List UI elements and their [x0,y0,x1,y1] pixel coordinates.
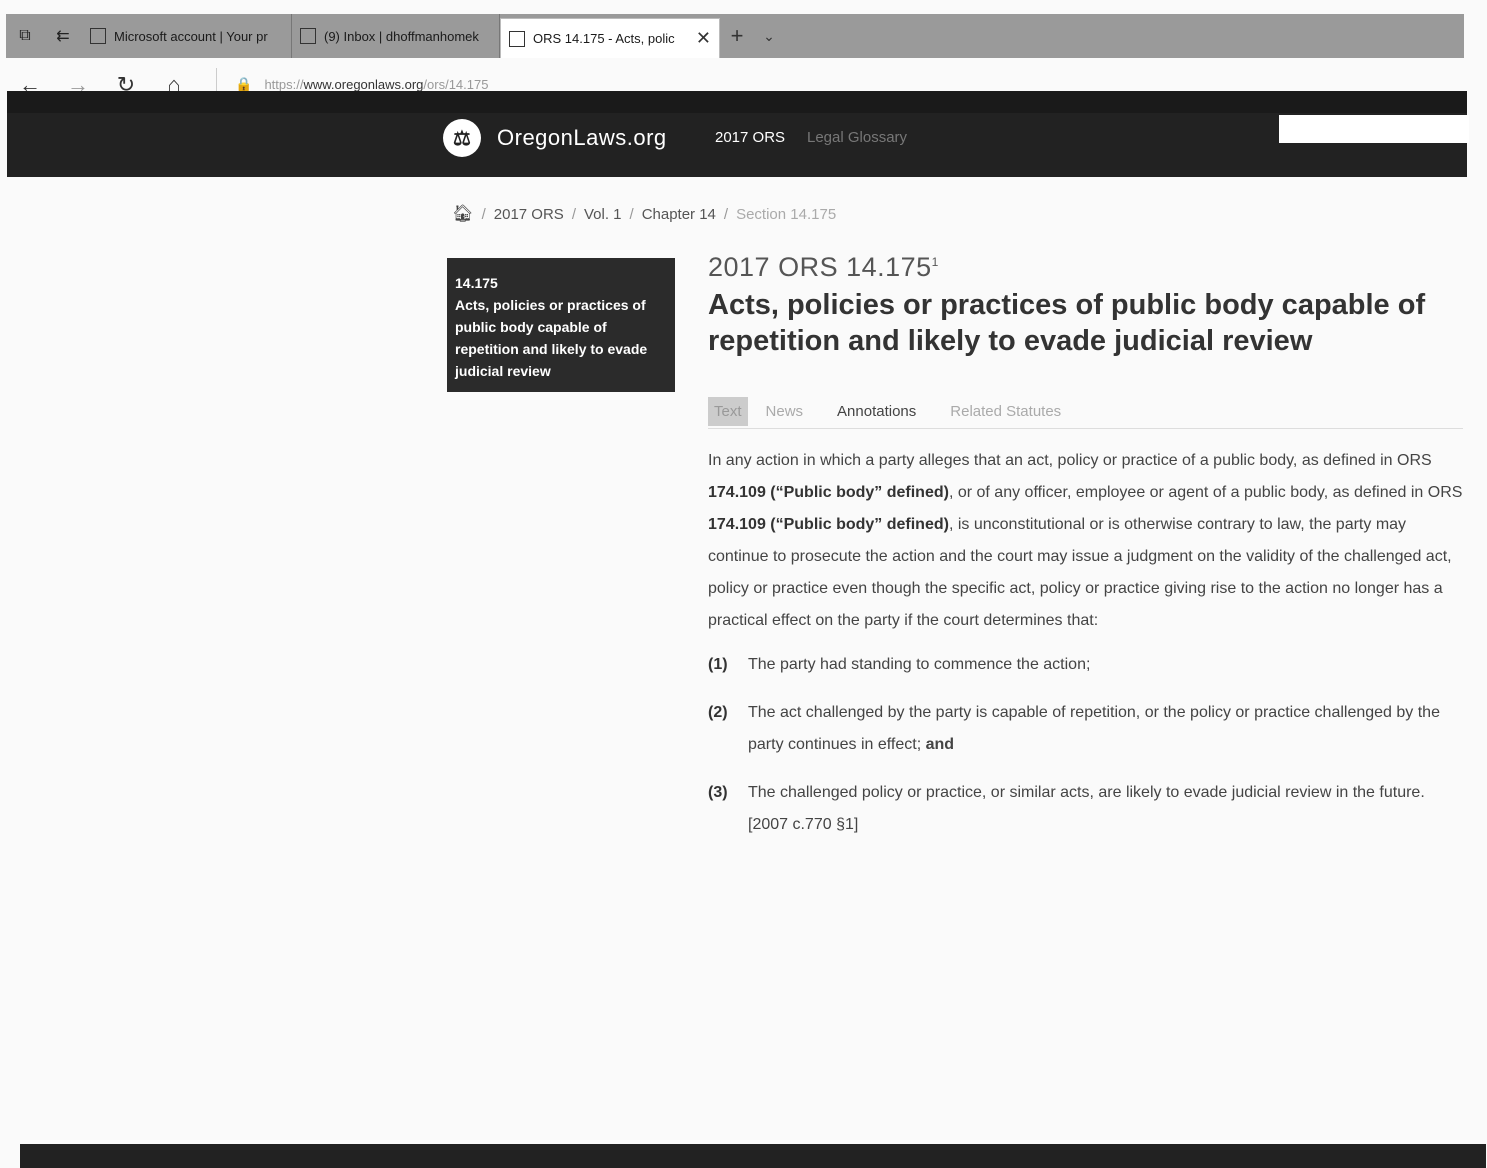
section-sidebar-box: 14.175 Acts, policies or practices of pu… [447,258,675,392]
tab-label: (9) Inbox | dhoffmanhomek [324,28,479,44]
browser-tab-inbox[interactable]: (9) Inbox | dhoffmanhomek [292,14,500,58]
tab-news[interactable]: News [766,397,804,426]
url-host: www.oregonlaws.org [303,76,424,92]
close-tab-icon[interactable]: ✕ [696,28,711,49]
browser-tab-strip: ⧉ ⇇ Microsoft account | Your pr (9) Inbo… [6,14,1464,58]
lock-icon: 🔒 [235,75,253,92]
breadcrumb-separator: / [629,205,634,223]
breadcrumb-separator: / [481,205,486,223]
nav-legal-glossary[interactable]: Legal Glossary [807,129,907,146]
statute-main: 2017 ORS 14.1751 Acts, policies or pract… [708,252,1463,857]
list-item: (2) The act challenged by the party is c… [708,697,1463,761]
list-item: (1) The party had standing to commence t… [708,649,1463,681]
sidebar-section-number: 14.175 [455,275,498,291]
tab-annotations[interactable]: Annotations [837,397,916,426]
new-tab-icon[interactable]: + [720,14,754,58]
browser-tab-microsoft-account[interactable]: Microsoft account | Your pr [82,14,292,58]
statute-link[interactable]: 174.109 (“Public body” defined) [708,516,949,533]
statute-link[interactable]: 174.109 (“Public body” defined) [708,484,949,501]
statute-body: In any action in which a party alleges t… [708,445,1463,637]
ors-number-heading: 2017 ORS 14.1751 [708,252,1463,283]
page-title: Acts, policies or practices of public bo… [708,289,1426,357]
ors-number: 2017 ORS 14.175 [708,252,932,282]
browser-tab-ors[interactable]: ORS 14.175 - Acts, polic ✕ [500,18,720,58]
set-tabs-aside-icon[interactable]: ⇇ [44,14,82,58]
item-text: The challenged policy or practice, or si… [748,784,1425,833]
footnote-mark[interactable]: 1 [932,255,939,269]
mail-favicon-icon [300,28,316,44]
item-text: The act challenged by the party is capab… [748,704,1440,753]
scales-logo-icon: ⚖ [443,119,481,157]
breadcrumb-separator: / [723,205,729,223]
nav-2017-ors[interactable]: 2017 ORS [715,129,785,146]
tab-text[interactable]: Text [708,397,748,426]
item-conjunction: and [925,736,955,753]
site-header: ⚖ OregonLaws.org 2017 ORS Legal Glossary [7,91,1469,177]
breadcrumb-chapter-14[interactable]: Chapter 14 [642,206,716,223]
content-tabs: Text News Annotations Related Statutes [708,395,1463,429]
brand-name: OregonLaws.org [497,125,667,150]
breadcrumb-vol-1[interactable]: Vol. 1 [584,206,622,223]
url-path: /ors/14.175 [423,76,489,92]
item-number: (2) [708,704,728,721]
bottom-bar [20,1144,1486,1168]
brand-link[interactable]: ⚖ OregonLaws.org [443,119,667,157]
tab-label: Microsoft account | Your pr [114,28,268,44]
tab-preview-chevron-icon[interactable]: ⌄ [754,14,784,58]
url-prefix: https:// [264,76,304,92]
home-icon[interactable]: 🏠︎ [452,204,474,224]
oregonlaws-favicon-icon [509,30,525,47]
item-text-wrap: The act challenged by the party is capab… [748,697,1463,761]
item-text: The party had standing to commence the a… [748,656,1091,673]
search-input[interactable] [1279,115,1469,143]
body-text: In any action in which a party alleges t… [708,452,1432,469]
page-favicon-icon [90,28,106,44]
breadcrumb-separator: / [571,205,576,223]
breadcrumb-2017-ors[interactable]: 2017 ORS [494,206,564,223]
statute-items: (1) The party had standing to commence t… [708,649,1463,841]
body-text: , or of any officer, employee or agent o… [948,484,1463,501]
tab-actions-icon[interactable]: ⧉ [6,14,44,58]
breadcrumb: 🏠︎ / 2017 ORS / Vol. 1 / Chapter 14 / Se… [452,204,836,224]
breadcrumb-current: Section 14.175 [736,205,837,223]
list-item: (3) The challenged policy or practice, o… [708,777,1463,841]
item-number: (1) [708,656,728,673]
item-number: (3) [708,784,728,801]
sidebar-section-title: Acts, policies or practices of public bo… [455,297,648,379]
tab-label: ORS 14.175 - Acts, polic [533,31,675,46]
tab-related-statutes[interactable]: Related Statutes [950,397,1061,426]
